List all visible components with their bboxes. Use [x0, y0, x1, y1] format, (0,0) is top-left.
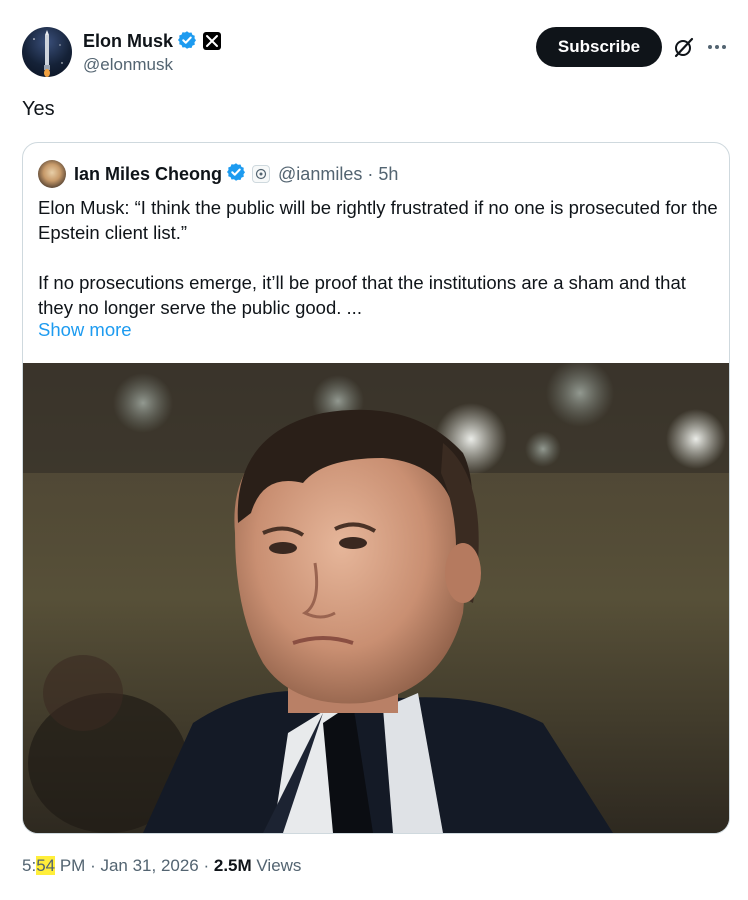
affiliation-badge-icon[interactable]	[252, 165, 271, 183]
post-time-highlight[interactable]: 54	[36, 856, 56, 875]
verified-badge-icon	[226, 162, 246, 187]
portrait-photo-image	[23, 363, 729, 833]
x-logo-icon[interactable]	[203, 32, 222, 50]
post-time-suffix[interactable]: PM	[55, 856, 86, 875]
views-count[interactable]: 2.5M	[214, 856, 252, 875]
separator-dot: ·	[367, 163, 374, 184]
quoted-post-header: Ian Miles Cheong @ianmiles · 5h	[38, 160, 398, 188]
post-date[interactable]: Jan 31, 2026	[100, 856, 198, 875]
post-time-prefix[interactable]: 5:	[22, 856, 36, 875]
verified-badge-icon	[177, 30, 197, 55]
post-meta: 5:54 PM · Jan 31, 2026 · 2.5M Views	[22, 856, 301, 876]
quoted-author-handle[interactable]: @ianmiles	[278, 164, 362, 185]
grok-icon[interactable]	[672, 35, 696, 59]
author-name-line[interactable]: Elon Musk	[83, 30, 222, 55]
post-header: Elon Musk @elonmusk Subscribe	[22, 25, 726, 81]
author-handle[interactable]: @elonmusk	[83, 55, 173, 75]
rocket-avatar-image	[33, 30, 63, 77]
quoted-post-text: Elon Musk: “I think the public will be r…	[38, 195, 718, 320]
meta-separator: ·	[198, 856, 214, 875]
author-name[interactable]: Elon Musk	[83, 31, 173, 51]
quoted-post-photo[interactable]	[23, 363, 729, 833]
post-text: Yes	[22, 98, 55, 120]
quoted-post[interactable]: Ian Miles Cheong @ianmiles · 5h Elon Mus…	[22, 142, 730, 834]
quoted-post-time[interactable]: 5h	[378, 164, 398, 185]
quoted-author-name[interactable]: Ian Miles Cheong	[74, 164, 222, 185]
subscribe-button[interactable]: Subscribe	[536, 27, 662, 67]
quoted-post-paragraph: If no prosecutions emerge, it’ll be proo…	[38, 272, 686, 318]
author-avatar[interactable]	[22, 27, 72, 77]
quoted-post-paragraph: Elon Musk: “I think the public will be r…	[38, 197, 718, 243]
more-icon[interactable]	[705, 35, 729, 59]
meta-separator: ·	[85, 856, 101, 875]
quoted-author-avatar[interactable]	[38, 160, 66, 188]
show-more-link[interactable]: Show more	[38, 319, 132, 341]
views-label: Views	[251, 856, 302, 875]
